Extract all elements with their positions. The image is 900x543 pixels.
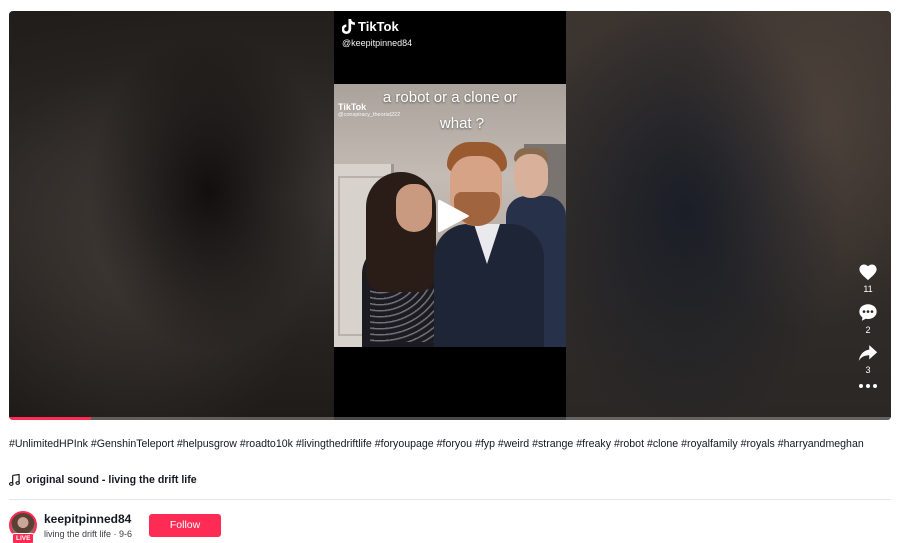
caption-line-2: what ? [439, 115, 485, 132]
hashtag-link[interactable]: #strange [532, 438, 573, 450]
video-caption: a robot or a clone or what ? [334, 84, 566, 137]
sound-link[interactable]: original sound - living the drift life [9, 474, 197, 486]
like-count: 11 [863, 284, 873, 294]
hashtag-link[interactable]: #royals [741, 438, 775, 450]
blurred-background-left [9, 11, 334, 420]
comment-icon [859, 304, 877, 321]
author-row: LIVE keepitpinned84 living the drift lif… [9, 511, 222, 543]
watermark-brand: TikTok [358, 19, 399, 34]
comment-button[interactable]: 2 [845, 303, 891, 335]
hashtag-link[interactable]: #royalfamily [681, 438, 738, 450]
hashtag-link[interactable]: #fyp [475, 438, 495, 450]
comment-count: 2 [865, 325, 871, 335]
hashtag-link[interactable]: #roadto10k [240, 438, 293, 450]
action-bar: 11 2 3 [845, 263, 891, 388]
progress-bar[interactable] [9, 417, 891, 420]
video-player[interactable]: TikTok @keepitpinned84 TikTok @conspirac… [9, 11, 891, 420]
share-icon [858, 345, 878, 361]
hashtag-link[interactable]: #harryandmeghan [778, 438, 864, 450]
share-button[interactable]: 3 [845, 344, 891, 375]
hashtag-link[interactable]: #weird [498, 438, 529, 450]
blurred-background-right [566, 11, 891, 420]
video-description: #UnlimitedHPInk #GenshinTeleport #helpus… [9, 437, 869, 452]
hashtag-link[interactable]: #livingthedriftlife [296, 438, 372, 450]
like-button[interactable]: 11 [845, 263, 891, 294]
video-frame[interactable]: TikTok @keepitpinned84 TikTok @conspirac… [334, 11, 566, 420]
hashtag-link[interactable]: #GenshinTeleport [91, 438, 174, 450]
divider [9, 499, 891, 500]
watermark-handle: @keepitpinned84 [342, 38, 413, 48]
author-avatar[interactable]: LIVE [9, 511, 37, 543]
hashtag-link[interactable]: #freaky [576, 438, 611, 450]
hashtag-link[interactable]: #foryou [437, 438, 472, 450]
progress-fill [9, 417, 92, 420]
play-icon[interactable] [436, 197, 470, 235]
tiktok-logo-icon [342, 19, 355, 34]
sound-label: original sound - living the drift life [26, 474, 197, 486]
author-username[interactable]: keepitpinned84 [44, 512, 132, 526]
hashtag-link[interactable]: #foryoupage [375, 438, 434, 450]
author-subtitle: living the drift life · 9-6 [44, 528, 133, 539]
music-note-icon [9, 474, 20, 486]
live-badge: LIVE [12, 533, 35, 543]
hashtag-link[interactable]: #helpusgrow [177, 438, 237, 450]
hashtag-link[interactable]: #UnlimitedHPInk [9, 438, 88, 450]
hashtag-link[interactable]: #clone [647, 438, 678, 450]
follow-button[interactable]: Follow [149, 513, 222, 537]
tiktok-watermark: TikTok @keepitpinned84 [342, 19, 412, 48]
hashtag-link[interactable]: #robot [614, 438, 644, 450]
heart-icon [859, 264, 877, 281]
caption-line-1: a robot or a clone or [382, 89, 518, 106]
share-count: 3 [865, 365, 871, 375]
more-dots-icon[interactable] [845, 384, 891, 388]
